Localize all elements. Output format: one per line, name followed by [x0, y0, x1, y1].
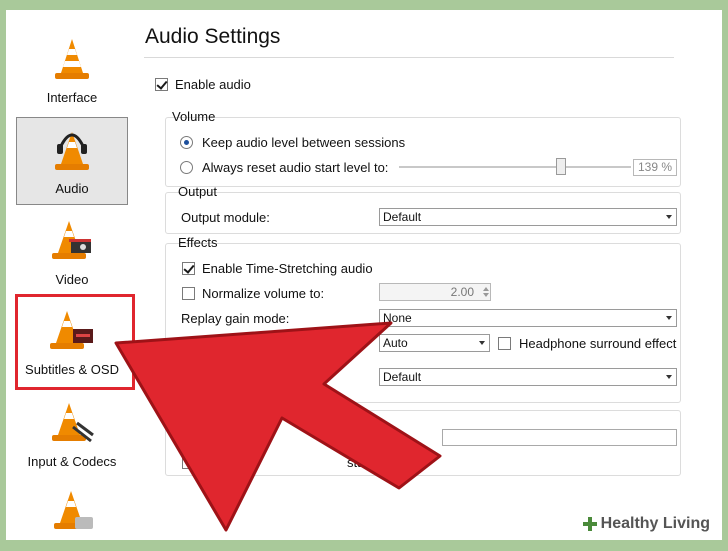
volume-group	[165, 117, 681, 187]
watermark: Healthy Living	[577, 512, 714, 536]
codecs-cone-icon	[52, 403, 94, 443]
headphones-cone-icon	[55, 132, 89, 170]
output-module-select[interactable]: Default	[379, 208, 677, 226]
normalize-label: Normalize volume to:	[202, 286, 325, 301]
chevron-down-icon	[479, 341, 485, 345]
sidebar-item-interface[interactable]: Interface	[16, 28, 128, 114]
sidebar-item-label: Input & Codecs	[27, 454, 117, 469]
sidebar-item-hotkeys[interactable]	[16, 480, 128, 540]
headphone-label: Headphone surround effect	[519, 336, 677, 351]
volume-slider-thumb[interactable]	[556, 158, 566, 175]
normalize-checkbox[interactable]	[182, 287, 195, 300]
chevron-down-icon	[666, 375, 672, 379]
spin-down-icon[interactable]	[483, 293, 489, 297]
time-stretch-label: Enable Time-Stretching audio	[202, 261, 373, 276]
enable-audio-checkbox[interactable]	[155, 78, 168, 91]
sidebar-item-label: Video	[55, 272, 89, 287]
output-module-value: Default	[383, 210, 422, 224]
settings-panel: Audio Settings Enable audio Volume Keep …	[144, 10, 722, 540]
sidebar-item-audio[interactable]: Audio	[16, 117, 128, 205]
effects-group-title: Effects	[178, 235, 218, 250]
preferred-language-input[interactable]	[442, 429, 677, 446]
keep-level-radio[interactable]	[180, 136, 193, 149]
spin-up-icon[interactable]	[483, 287, 489, 291]
surround-value: Auto	[383, 336, 408, 350]
surround-select[interactable]: Auto	[379, 334, 490, 352]
sidebar-item-input-codecs[interactable]: Input & Codecs	[16, 392, 128, 478]
replay-gain-value: None	[383, 311, 412, 325]
highlight-box	[15, 294, 135, 390]
enable-audio-label: Enable audio	[175, 77, 251, 92]
normalize-spinbox[interactable]: 2.00	[379, 283, 491, 301]
volume-group-title: Volume	[172, 109, 216, 124]
video-cone-icon	[52, 221, 91, 259]
vlc-cone-icon	[55, 39, 89, 79]
visualization-select[interactable]: Default	[379, 368, 677, 386]
submit-stats-checkbox[interactable]	[182, 456, 195, 469]
visualization-value: Default	[383, 370, 422, 384]
hotkeys-cone-icon	[54, 491, 93, 529]
output-module-label: Output module:	[181, 210, 270, 225]
page-title: Audio Settings	[145, 25, 281, 48]
headphone-checkbox[interactable]	[498, 337, 511, 350]
chevron-down-icon	[666, 316, 672, 320]
volume-slider-track[interactable]	[399, 166, 631, 168]
volume-level-field[interactable]: 139 %	[633, 159, 677, 176]
chevron-down-icon	[666, 215, 672, 219]
normalize-value: 2.00	[450, 285, 474, 299]
always-reset-radio[interactable]	[180, 161, 193, 174]
keep-level-label: Keep audio level between sessions	[202, 135, 406, 150]
time-stretch-checkbox[interactable]	[182, 262, 195, 275]
sidebar-item-label: Interface	[46, 90, 98, 105]
watermark-text: Healthy Living	[600, 515, 710, 532]
plus-logo-icon	[582, 517, 597, 531]
output-group-title: Output	[178, 184, 218, 199]
replay-gain-select[interactable]: None	[379, 309, 677, 327]
preferred-language-label: Prefe	[181, 430, 213, 445]
submit-stats-label: Submi	[202, 455, 239, 470]
replay-gain-label: Replay gain mode:	[181, 311, 290, 326]
always-reset-label: Always reset audio start level to:	[202, 160, 389, 175]
submit-stats-tail: stats to	[347, 455, 389, 470]
sidebar-item-label: Audio	[55, 181, 89, 196]
sidebar-item-video[interactable]: Video	[16, 210, 128, 296]
preferences-window: Interface Audio Video Subtitles & OSD In…	[6, 10, 722, 540]
category-sidebar: Interface Audio Video Subtitles & OSD In…	[6, 10, 146, 540]
title-divider	[144, 57, 674, 58]
